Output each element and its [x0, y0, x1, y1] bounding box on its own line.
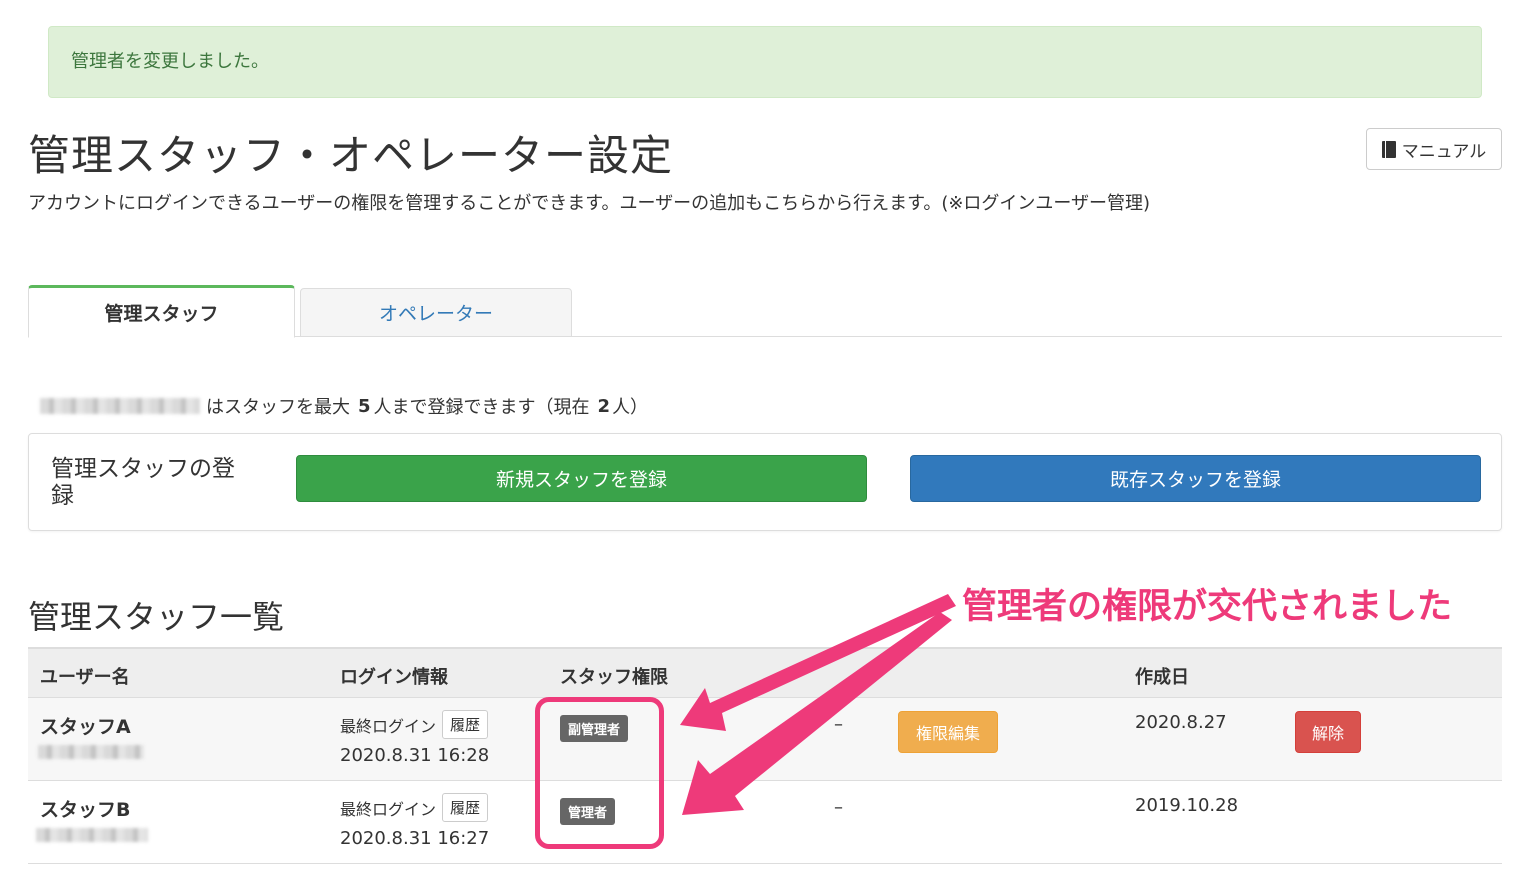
register-new-staff-button[interactable]: 新規スタッフを登録 [296, 455, 867, 502]
register-panel: 管理スタッフの登録 新規スタッフを登録 既存スタッフを登録 [28, 433, 1502, 531]
last-login-time: 2020.8.31 16:27 [340, 828, 490, 849]
tab-staff-label: 管理スタッフ [104, 303, 219, 325]
redacted-user-id [38, 745, 144, 759]
limit-max: 5 [358, 395, 371, 417]
header-username: ユーザー名 [40, 667, 130, 688]
role-highlight-box [535, 697, 664, 849]
redacted-account-name [40, 398, 200, 414]
redacted-user-id [36, 828, 148, 842]
created-date: 2020.8.27 [1135, 712, 1227, 733]
table-row: スタッフB 最終ログイン 履歴 2020.8.31 16:27 管理者 – 20… [28, 781, 1502, 864]
edit-permission-label: 権限編集 [915, 724, 980, 743]
edit-permission-button[interactable]: 権限編集 [898, 711, 998, 753]
limit-mid: 人まで登録できます（現在 [373, 397, 590, 418]
annotation-text: 管理者の権限が交代されました [962, 587, 1453, 627]
history-button[interactable]: 履歴 [442, 793, 489, 822]
page-title: 管理スタッフ・オペレーター設定 [28, 131, 674, 180]
user-name: スタッフB [40, 799, 131, 821]
table-row: スタッフA 最終ログイン 履歴 2020.8.31 16:28 副管理者 – 権… [28, 698, 1502, 781]
manual-button-label: マニュアル [1401, 141, 1487, 162]
staff-table: ユーザー名 ログイン情報 スタッフ権限 作成日 スタッフA 最終ログイン 履歴 … [28, 647, 1502, 864]
last-login-time: 2020.8.31 16:28 [340, 745, 490, 766]
tab-bar: 管理スタッフ オペレーター [28, 285, 1502, 338]
limit-current: 2 [597, 395, 611, 417]
login-info: 最終ログイン 履歴 [340, 710, 489, 739]
login-info: 最終ログイン 履歴 [340, 793, 489, 822]
tab-operator-label: オペレーター [378, 303, 493, 325]
tab-operator[interactable]: オペレーター [300, 288, 572, 337]
register-existing-staff-label: 既存スタッフを登録 [1109, 469, 1281, 491]
register-label: 管理スタッフの登録 [51, 456, 235, 509]
staff-limit-text: はスタッフを最大 5 人まで登録できます（現在 2 人） [40, 393, 648, 419]
limit-suffix: 人） [612, 397, 649, 418]
user-name: スタッフA [40, 716, 131, 738]
header-role: スタッフ権限 [560, 667, 668, 688]
register-new-staff-label: 新規スタッフを登録 [495, 469, 667, 491]
history-button[interactable]: 履歴 [442, 710, 489, 739]
role-dash: – [834, 797, 843, 818]
staff-list-title: 管理スタッフ一覧 [28, 598, 285, 636]
remove-label: 解除 [1311, 724, 1344, 743]
header-login: ログイン情報 [340, 667, 448, 688]
remove-button[interactable]: 解除 [1295, 711, 1361, 753]
page-description: アカウントにログインできるユーザーの権限を管理することができます。ユーザーの追加… [28, 193, 1151, 214]
alert-message: 管理者を変更しました。 [71, 51, 269, 72]
table-header: ユーザー名 ログイン情報 スタッフ権限 作成日 [28, 647, 1502, 698]
last-login-label: 最終ログイン [340, 716, 437, 736]
manual-button[interactable]: マニュアル [1366, 128, 1502, 170]
last-login-label: 最終ログイン [340, 799, 437, 819]
role-dash: – [834, 714, 843, 735]
limit-prefix: はスタッフを最大 [206, 397, 350, 418]
book-icon [1381, 140, 1396, 158]
header-created: 作成日 [1135, 667, 1189, 688]
success-alert: 管理者を変更しました。 [48, 26, 1482, 98]
tab-staff[interactable]: 管理スタッフ [28, 285, 295, 338]
register-existing-staff-button[interactable]: 既存スタッフを登録 [910, 455, 1481, 502]
created-date: 2019.10.28 [1135, 795, 1239, 816]
